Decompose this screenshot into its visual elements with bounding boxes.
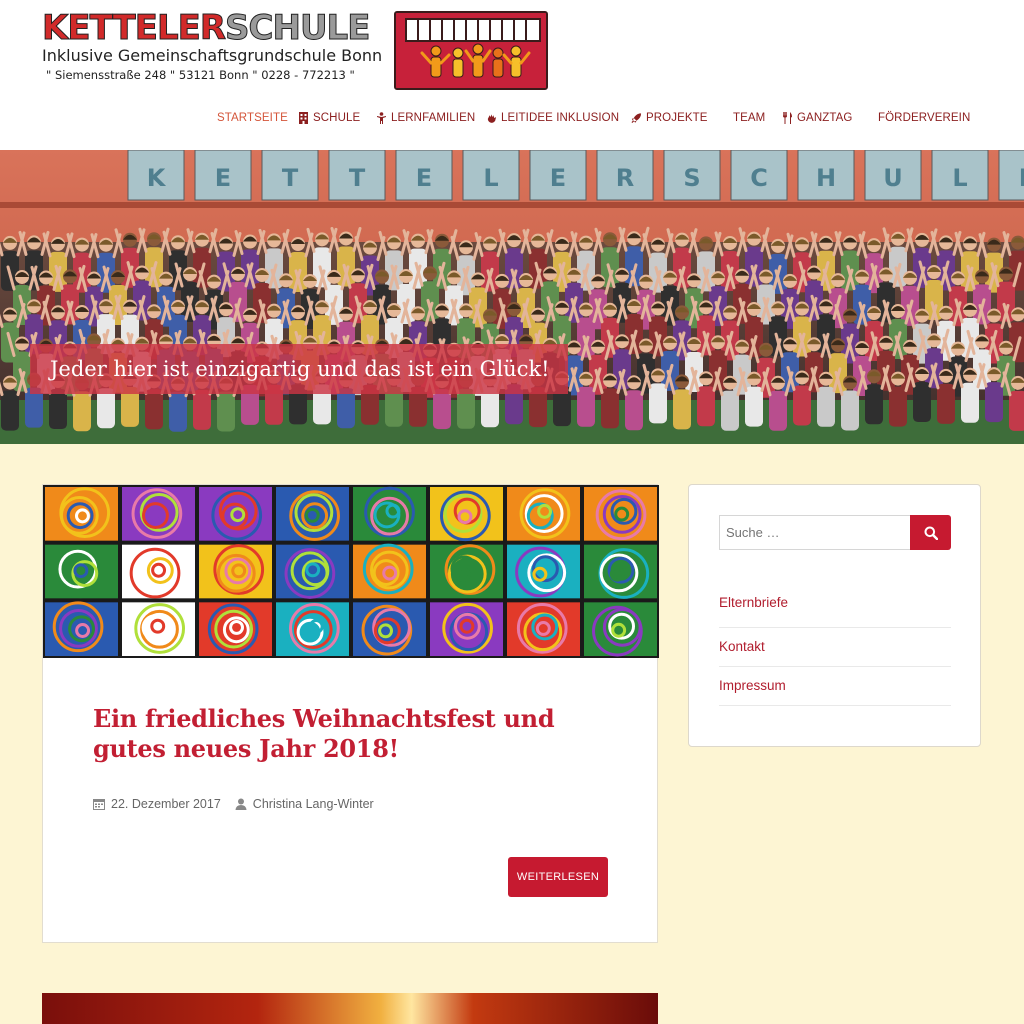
window-letter: E — [550, 164, 566, 192]
logo-title: KETTELERSCHULE — [41, 8, 372, 48]
child-figure — [49, 389, 67, 430]
child-figure — [889, 386, 907, 427]
child-figure — [73, 391, 91, 432]
child-figure — [913, 382, 931, 423]
window-letter: E — [416, 164, 432, 192]
logo-title-part2: SCHULE — [225, 8, 371, 48]
child-figure — [745, 386, 763, 427]
child-figure — [721, 390, 739, 431]
nav-item-team[interactable]: TEAM — [733, 112, 765, 124]
rocket-icon — [631, 113, 642, 124]
child-figure — [793, 385, 811, 426]
school-group-photo: KETTELERSCHULE — [0, 150, 1024, 444]
post-featured-image[interactable] — [43, 485, 659, 658]
window-letter: R — [616, 164, 634, 192]
child-figure — [145, 389, 163, 430]
nav-label: STARTSEITE — [217, 112, 288, 124]
child-icon — [377, 112, 386, 124]
hand-icon — [487, 114, 497, 123]
sidebar-link-elternbriefe[interactable]: Elternbriefe — [719, 589, 951, 628]
nav-label: LERNFAMILIEN — [391, 112, 476, 124]
child-figure — [169, 391, 187, 432]
window-letter: K — [147, 164, 167, 192]
logo-address: " Siemensstraße 248 " 53121 Bonn " 0228 … — [46, 68, 355, 82]
window-letter: S — [683, 164, 700, 192]
post-author[interactable]: Christina Lang-Winter — [253, 797, 374, 811]
child-figure — [337, 388, 355, 429]
child-figure — [817, 386, 835, 427]
nav-label: PROJEKTE — [646, 112, 708, 124]
child-figure — [1, 390, 19, 431]
child-figure — [433, 389, 451, 430]
window-letter: E — [1019, 164, 1024, 192]
window-letter: L — [483, 164, 498, 192]
child-figure — [745, 246, 763, 287]
window-letter: C — [750, 164, 768, 192]
sidebar-link-impressum[interactable]: Impressum — [719, 667, 951, 706]
hero-banner: K E T T E L E R S C H U L E Jeder hier ist einzigarti… — [0, 150, 1024, 444]
school-emblem[interactable] — [394, 11, 548, 90]
child-figure — [577, 386, 595, 427]
window-letter: H — [816, 164, 836, 192]
post-title[interactable]: Ein friedliches Weihnachtsfest und gutes… — [93, 704, 593, 764]
window-letter: U — [883, 164, 903, 192]
window-letter: T — [349, 164, 366, 192]
post-meta: 22. Dezember 2017 Christina Lang-Winter — [93, 797, 374, 811]
child-figure — [769, 390, 787, 431]
child-figure — [457, 388, 475, 429]
window-letter: L — [952, 164, 967, 192]
nav-item-foerderverein[interactable]: FÖRDERVEREIN — [878, 112, 970, 124]
user-icon — [235, 798, 247, 810]
nav-label: GANZTAG — [797, 112, 853, 124]
sidebar-link-kontakt[interactable]: Kontakt — [719, 628, 951, 667]
child-figure — [937, 383, 955, 424]
search-input[interactable] — [719, 515, 911, 550]
child-figure — [697, 386, 715, 427]
nav-label: LEITIDEE INKLUSION — [501, 112, 620, 124]
school-logo[interactable]: KETTELERSCHULE Inklusive Gemeinschaftsgr… — [41, 8, 383, 90]
child-figure — [193, 389, 211, 430]
nav-item-projekte[interactable]: PROJEKTE — [631, 112, 708, 124]
next-post-image[interactable] — [42, 993, 658, 1024]
child-figure — [1009, 390, 1024, 431]
children-artwork-image — [43, 485, 659, 658]
read-more-button[interactable]: WEITERLESEN — [508, 857, 608, 897]
nav-item-ganztag[interactable]: GANZTAG — [782, 112, 852, 124]
child-figure — [961, 382, 979, 423]
child-figure — [217, 391, 235, 432]
nav-item-schule[interactable]: SCHULE — [298, 112, 360, 124]
post-date[interactable]: 22. Dezember 2017 — [111, 797, 221, 811]
window-letter: E — [215, 164, 231, 192]
nav-label: SCHULE — [313, 112, 361, 124]
child-figure — [577, 317, 595, 358]
search-icon — [924, 526, 938, 540]
hero-tagline: Jeder hier ist einzigartig und das ist e… — [30, 344, 568, 394]
site-header: KETTELERSCHULE Inklusive Gemeinschaftsgr… — [0, 0, 1024, 150]
child-figure — [841, 390, 859, 431]
nav-item-leitidee-inklusion[interactable]: LEITIDEE INKLUSION — [486, 112, 619, 124]
child-figure — [625, 390, 643, 431]
nav-item-startseite[interactable]: STARTSEITE — [217, 112, 288, 124]
post-card: Ein friedliches Weihnachtsfest und gutes… — [42, 484, 659, 943]
logo-subtitle: Inklusive Gemeinschaftsgrundschule Bonn — [42, 46, 383, 65]
logo-title-part1: KETTELER — [41, 8, 226, 48]
child-figure — [985, 382, 1003, 423]
child-figure — [97, 388, 115, 429]
cutlery-icon — [783, 112, 792, 124]
child-figure — [673, 389, 691, 430]
sidebar-widget: Elternbriefe Kontakt Impressum — [688, 484, 981, 747]
nav-label: TEAM — [733, 112, 766, 124]
window-letter: T — [282, 164, 299, 192]
emblem-graphic — [396, 13, 546, 88]
child-figure — [601, 388, 619, 429]
artwork-tile — [430, 544, 503, 599]
nav-label: FÖRDERVEREIN — [878, 112, 971, 124]
sidebar-links: Elternbriefe Kontakt Impressum — [719, 589, 951, 706]
search-button[interactable] — [910, 515, 951, 550]
calendar-icon — [93, 799, 105, 810]
child-figure — [865, 384, 883, 425]
nav-item-lernfamilien[interactable]: LERNFAMILIEN — [376, 112, 475, 124]
child-figure — [649, 383, 667, 424]
building-icon — [299, 112, 308, 124]
